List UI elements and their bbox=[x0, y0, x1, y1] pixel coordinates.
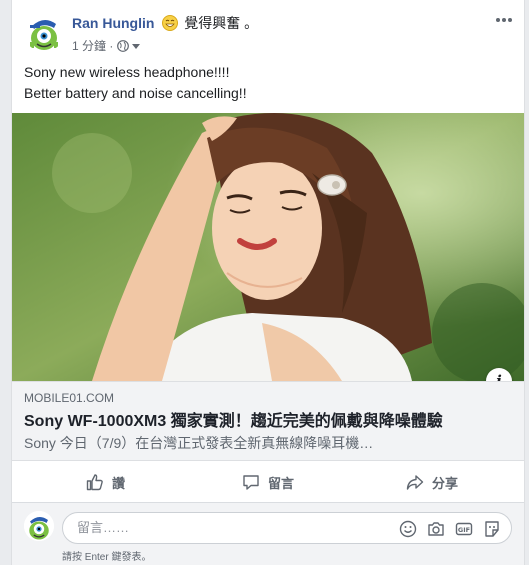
svg-text:GIF: GIF bbox=[458, 526, 470, 534]
camera-icon[interactable] bbox=[427, 520, 445, 538]
gif-icon[interactable]: GIF bbox=[455, 520, 473, 538]
link-preview[interactable]: MOBILE01.COM Sony WF-1000XM3 獨家實測！趨近完美的佩… bbox=[12, 381, 524, 461]
share-button[interactable]: 分享 bbox=[406, 468, 458, 496]
monster-avatar-icon bbox=[24, 511, 54, 541]
link-domain: MOBILE01.COM bbox=[24, 391, 115, 405]
thumbs-up-icon bbox=[86, 474, 103, 491]
share-label: 分享 bbox=[432, 475, 459, 491]
monster-avatar-icon bbox=[24, 12, 64, 52]
viewer-avatar[interactable] bbox=[24, 511, 54, 541]
author-name[interactable]: Ran Hunglin bbox=[72, 15, 154, 31]
globe-icon[interactable] bbox=[116, 40, 129, 52]
comment-bubble-icon bbox=[243, 475, 259, 490]
post-time[interactable]: 1 分鐘 · bbox=[72, 39, 113, 53]
post-meta: 1 分鐘 · bbox=[72, 37, 141, 54]
link-description: Sony 今日（7/9）在台灣正式發表全新真無線降噪耳機… bbox=[24, 435, 374, 451]
more-icon[interactable] bbox=[494, 12, 514, 28]
smiley-icon[interactable] bbox=[399, 520, 417, 538]
link-title[interactable]: Sony WF-1000XM3 獨家實測！趨近完美的佩戴與降噪體驗 bbox=[24, 407, 443, 431]
comment-input[interactable] bbox=[75, 519, 379, 536]
post-text: Sony new wireless headphone!!!! Better b… bbox=[24, 64, 247, 101]
comment-composer: GIF 請按 Enter 鍵發表。 bbox=[12, 503, 524, 565]
post-card: Ran Hunglin 覺得興奮 。 1 分鐘 · Sony new wirel… bbox=[11, 0, 525, 565]
like-button[interactable]: 讚 bbox=[86, 468, 125, 496]
grin-emoji-icon bbox=[162, 15, 179, 31]
feeling-text: 覺得興奮 。 bbox=[184, 15, 259, 31]
link-image[interactable] bbox=[12, 113, 524, 381]
post-header: Ran Hunglin 覺得興奮 。 1 分鐘 · bbox=[12, 0, 524, 60]
action-bar: 讚 留言 分享 bbox=[12, 462, 524, 503]
author-line: Ran Hunglin 覺得興奮 。 bbox=[72, 13, 258, 33]
share-arrow-icon bbox=[406, 475, 424, 490]
comment-hint: 請按 Enter 鍵發表。 bbox=[62, 552, 152, 563]
comment-label: 留言 bbox=[268, 475, 295, 491]
comment-field[interactable]: GIF bbox=[62, 512, 512, 544]
author-avatar[interactable] bbox=[24, 12, 64, 52]
like-label: 讚 bbox=[112, 475, 126, 491]
chevron-down-icon[interactable] bbox=[132, 42, 141, 50]
comment-button[interactable]: 留言 bbox=[242, 468, 294, 496]
sticker-icon[interactable] bbox=[483, 520, 501, 538]
